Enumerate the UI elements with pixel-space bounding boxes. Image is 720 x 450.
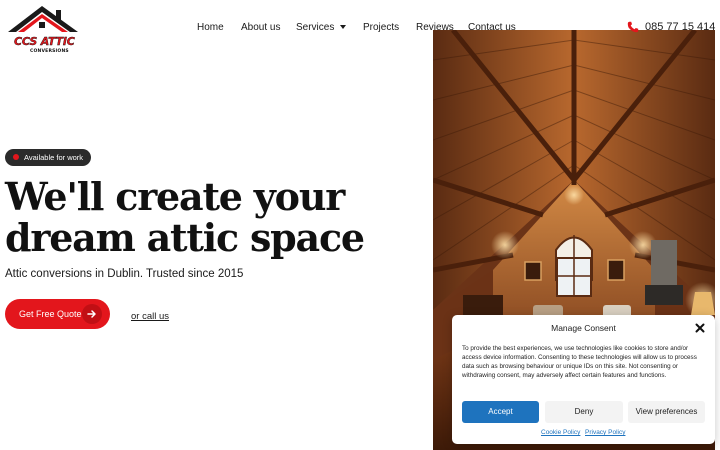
hero-headline-line1: We'll create your bbox=[5, 174, 345, 219]
status-dot-icon bbox=[13, 154, 19, 160]
nav-projects-label: Projects bbox=[363, 22, 400, 33]
phone-icon bbox=[627, 21, 639, 33]
view-preferences-button[interactable]: View preferences bbox=[628, 401, 705, 423]
nav-home[interactable]: Home bbox=[197, 22, 224, 33]
consent-body-text: To provide the best experiences, we use … bbox=[462, 345, 697, 380]
availability-badge: Available for work bbox=[5, 149, 92, 166]
logo-text: CCS ATTIC bbox=[14, 35, 75, 48]
nav-services[interactable]: Services bbox=[296, 22, 347, 33]
call-us-link[interactable]: or call us bbox=[131, 311, 169, 322]
availability-badge-label: Available for work bbox=[24, 153, 84, 162]
close-icon[interactable] bbox=[694, 321, 706, 333]
nav-about-label: About us bbox=[241, 22, 281, 33]
nav-services-label: Services bbox=[296, 22, 335, 33]
hero-headline-line2: dream attic space bbox=[5, 215, 365, 260]
privacy-policy-link[interactable]: Privacy Policy bbox=[585, 429, 625, 436]
get-free-quote-label: Get Free Quote bbox=[19, 309, 82, 319]
consent-dialog: Manage Consent To provide the best exper… bbox=[452, 315, 715, 444]
chevron-down-icon bbox=[340, 25, 347, 30]
get-free-quote-button[interactable]: Get Free Quote bbox=[5, 299, 110, 329]
arrow-right-icon bbox=[82, 304, 102, 324]
nav-home-label: Home bbox=[197, 22, 224, 33]
nav-about-us[interactable]: About us bbox=[241, 22, 280, 33]
consent-title: Manage Consent bbox=[551, 323, 616, 333]
phone-number: 085 77 15 414 bbox=[645, 21, 716, 33]
cookie-policy-link[interactable]: Cookie Policy bbox=[541, 429, 580, 436]
site-logo[interactable]: CCS ATTIC CONVERSIONS bbox=[6, 4, 82, 54]
logo-subtext: CONVERSIONS bbox=[30, 49, 69, 54]
nav-projects[interactable]: Projects bbox=[363, 22, 399, 33]
accept-button[interactable]: Accept bbox=[462, 401, 539, 423]
deny-button[interactable]: Deny bbox=[545, 401, 623, 423]
hero-headline: We'll create your dream attic space bbox=[5, 174, 365, 260]
hero-subline: Attic conversions in Dublin. Trusted sin… bbox=[5, 268, 244, 280]
